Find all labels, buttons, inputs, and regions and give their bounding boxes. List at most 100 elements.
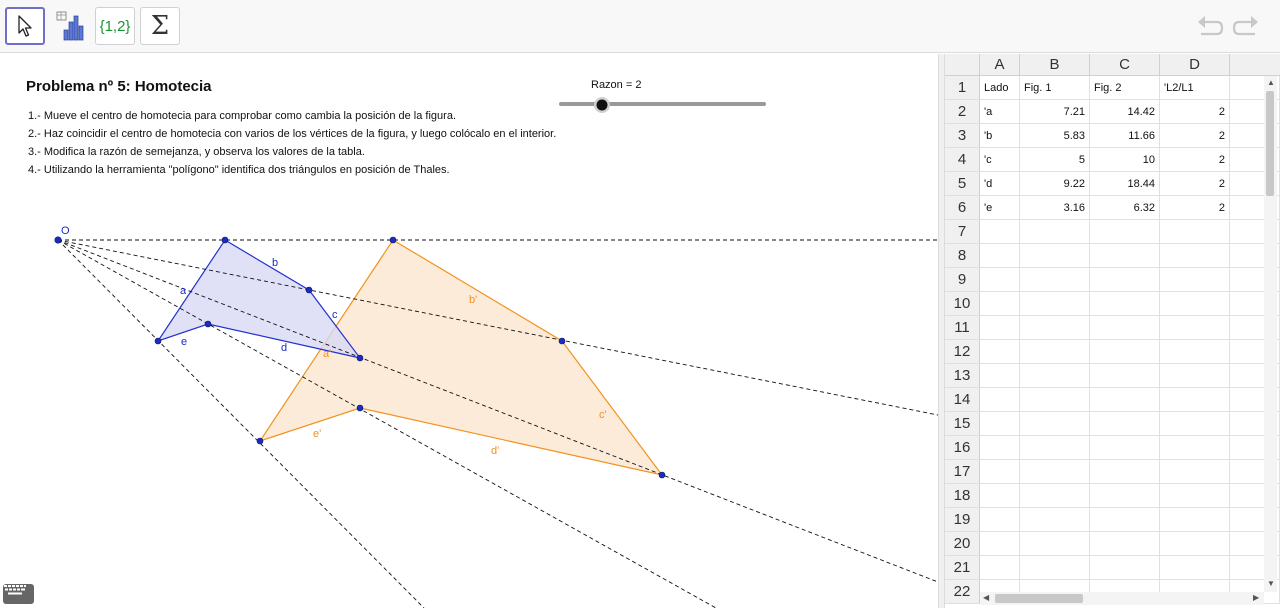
spreadsheet-cell[interactable]: 'c [980,148,1020,172]
spreadsheet-cell[interactable] [1020,340,1090,364]
spreadsheet-cell[interactable] [1020,292,1090,316]
spreadsheet-cell[interactable] [1160,220,1230,244]
corner-cell[interactable] [945,54,980,76]
spreadsheet-cell[interactable] [1090,412,1160,436]
spreadsheet-cell[interactable] [1090,364,1160,388]
spreadsheet-cell[interactable]: 2 [1160,196,1230,220]
image-vertex[interactable] [389,236,397,244]
undo-button[interactable] [1193,12,1227,42]
spreadsheet-cell[interactable]: 18.44 [1090,172,1160,196]
spreadsheet-cell[interactable] [1020,316,1090,340]
original-vertex[interactable] [154,337,162,345]
spreadsheet-cell[interactable] [980,532,1020,556]
spreadsheet-cell[interactable] [1160,316,1230,340]
spreadsheet-cell[interactable] [1160,388,1230,412]
image-vertex[interactable] [256,437,264,445]
spreadsheet-cell[interactable] [1160,412,1230,436]
spreadsheet-cell[interactable]: Fig. 1 [1020,76,1090,100]
scroll-left-icon[interactable]: ◀ [983,593,989,602]
spreadsheet-cell[interactable] [1160,460,1230,484]
spreadsheet-cell[interactable] [1020,364,1090,388]
row-header[interactable]: 5 [945,172,980,196]
spreadsheet-cell[interactable] [1020,484,1090,508]
redo-button[interactable] [1229,12,1263,42]
spreadsheet-cell[interactable] [1160,244,1230,268]
spreadsheet-cell[interactable] [980,364,1020,388]
spreadsheet-cell[interactable]: 14.42 [1090,100,1160,124]
column-header-c[interactable]: C [1090,54,1160,76]
spreadsheet-cell[interactable] [1090,508,1160,532]
row-header[interactable]: 4 [945,148,980,172]
spreadsheet-cell[interactable] [1160,508,1230,532]
vertical-scroll-thumb[interactable] [1266,91,1274,196]
spreadsheet-cell[interactable]: 'L2/L1 [1160,76,1230,100]
spreadsheet-cell[interactable] [980,316,1020,340]
horizontal-scroll-thumb[interactable] [995,594,1083,603]
spreadsheet-cell[interactable] [1160,340,1230,364]
spreadsheet-vertical-scrollbar[interactable]: ▲ ▼ [1264,76,1277,592]
row-header[interactable]: 19 [945,508,980,532]
spreadsheet-cell[interactable] [980,268,1020,292]
spreadsheet-cell[interactable] [1090,244,1160,268]
row-header[interactable]: 7 [945,220,980,244]
virtual-keyboard-button[interactable] [3,584,34,604]
homothety-center-point[interactable] [54,236,62,244]
spreadsheet-cell[interactable]: 'd [980,172,1020,196]
row-header[interactable]: 16 [945,436,980,460]
spreadsheet-cell[interactable] [980,292,1020,316]
column-header-a[interactable]: A [980,54,1020,76]
spreadsheet-cell[interactable] [1020,268,1090,292]
original-vertex[interactable] [204,320,212,328]
spreadsheet-cell[interactable] [980,388,1020,412]
spreadsheet-cell[interactable] [1090,292,1160,316]
image-vertex[interactable] [658,471,666,479]
spreadsheet-cell[interactable] [1090,340,1160,364]
spreadsheet-cell[interactable]: 'b [980,124,1020,148]
spreadsheet-cell[interactable] [1160,484,1230,508]
spreadsheet-cell[interactable] [1020,508,1090,532]
ratio-slider-handle[interactable] [596,99,608,111]
row-header[interactable]: 22 [945,580,980,604]
column-header-e[interactable] [1230,54,1280,76]
spreadsheet-cell[interactable] [1160,532,1230,556]
row-header[interactable]: 9 [945,268,980,292]
spreadsheet-cell[interactable]: 9.22 [1020,172,1090,196]
spreadsheet-cell[interactable] [1020,532,1090,556]
spreadsheet-cell[interactable]: 'a [980,100,1020,124]
spreadsheet-cell[interactable] [980,508,1020,532]
row-header[interactable]: 2 [945,100,980,124]
row-header[interactable]: 14 [945,388,980,412]
spreadsheet-cell[interactable] [980,340,1020,364]
spreadsheet-cell[interactable] [1090,268,1160,292]
spreadsheet-cell[interactable]: 3.16 [1020,196,1090,220]
spreadsheet-cell[interactable] [1020,556,1090,580]
spreadsheet-cell[interactable] [1020,460,1090,484]
spreadsheet-cell[interactable] [1020,436,1090,460]
spreadsheet-cell[interactable] [980,220,1020,244]
spreadsheet-cell[interactable]: 5.83 [1020,124,1090,148]
row-header[interactable]: 1 [945,76,980,100]
spreadsheet-cell[interactable] [1090,532,1160,556]
spreadsheet-cell[interactable]: Fig. 2 [1090,76,1160,100]
row-header[interactable]: 18 [945,484,980,508]
spreadsheet-cell[interactable] [1090,484,1160,508]
column-header-d[interactable]: D [1160,54,1230,76]
image-vertex[interactable] [558,337,566,345]
list-tool-button[interactable]: {1,2} [95,7,135,45]
spreadsheet-cell[interactable] [1160,364,1230,388]
spreadsheet-cell[interactable] [1020,244,1090,268]
spreadsheet-cell[interactable] [1090,556,1160,580]
move-tool-button[interactable] [5,7,45,45]
spreadsheet-horizontal-scrollbar[interactable]: ◀ ▶ [980,592,1264,605]
spreadsheet-cell[interactable]: 11.66 [1090,124,1160,148]
spreadsheet-cell[interactable]: 5 [1020,148,1090,172]
spreadsheet-cell[interactable]: 10 [1090,148,1160,172]
row-header[interactable]: 20 [945,532,980,556]
spreadsheet-cell[interactable] [1020,388,1090,412]
scroll-right-icon[interactable]: ▶ [1253,593,1259,602]
row-header[interactable]: 8 [945,244,980,268]
spreadsheet-cell[interactable] [980,436,1020,460]
spreadsheet-cell[interactable]: 7.21 [1020,100,1090,124]
original-vertex[interactable] [356,354,364,362]
column-header-b[interactable]: B [1020,54,1090,76]
